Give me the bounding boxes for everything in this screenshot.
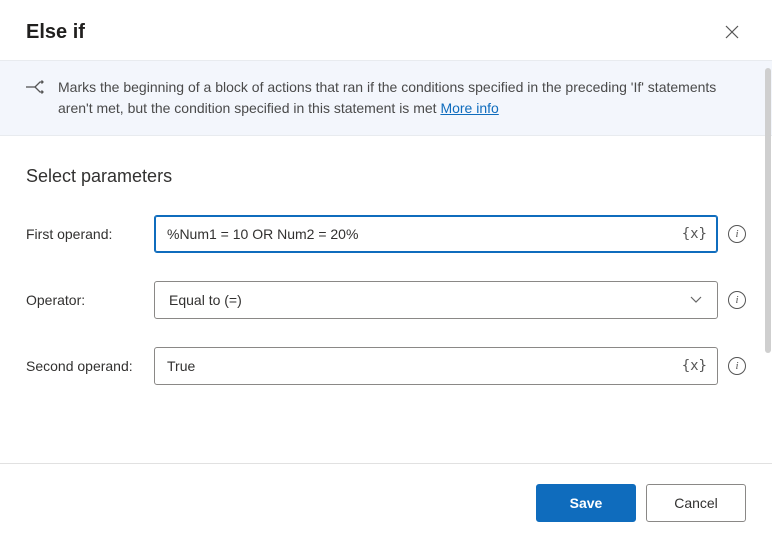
cancel-button[interactable]: Cancel <box>646 484 746 522</box>
dialog-footer: Save Cancel <box>0 463 772 542</box>
first-operand-field-wrap[interactable]: {x} <box>154 215 718 253</box>
info-icon[interactable]: i <box>728 357 746 375</box>
banner-desc: Marks the beginning of a block of action… <box>58 79 716 116</box>
second-operand-field-wrap[interactable]: {x} <box>154 347 718 385</box>
scrollbar-thumb[interactable] <box>765 68 771 353</box>
dialog-content: Select parameters First operand: {x} i O… <box>0 136 772 463</box>
close-icon <box>724 24 740 40</box>
branch-icon <box>26 79 44 101</box>
chevron-down-icon[interactable] <box>675 292 717 309</box>
dialog-title: Else if <box>26 21 85 44</box>
close-button[interactable] <box>718 18 746 46</box>
second-operand-label: Second operand: <box>26 358 144 374</box>
info-icon[interactable]: i <box>728 291 746 309</box>
second-operand-input[interactable] <box>155 348 682 384</box>
operator-value: Equal to (=) <box>155 292 675 308</box>
variable-picker-icon[interactable]: {x} <box>682 226 717 242</box>
row-second-operand: Second operand: {x} i <box>26 347 746 385</box>
operator-select[interactable]: Equal to (=) <box>154 281 718 319</box>
save-button[interactable]: Save <box>536 484 636 522</box>
info-icon[interactable]: i <box>728 225 746 243</box>
operator-label: Operator: <box>26 292 144 308</box>
info-banner: Marks the beginning of a block of action… <box>0 60 772 136</box>
dialog-header: Else if <box>0 0 772 60</box>
section-title: Select parameters <box>26 166 746 187</box>
row-first-operand: First operand: {x} i <box>26 215 746 253</box>
more-info-link[interactable]: More info <box>440 100 498 116</box>
first-operand-label: First operand: <box>26 226 144 242</box>
variable-picker-icon[interactable]: {x} <box>682 358 717 374</box>
first-operand-input[interactable] <box>155 216 682 252</box>
row-operator: Operator: Equal to (=) i <box>26 281 746 319</box>
banner-text: Marks the beginning of a block of action… <box>58 77 746 119</box>
